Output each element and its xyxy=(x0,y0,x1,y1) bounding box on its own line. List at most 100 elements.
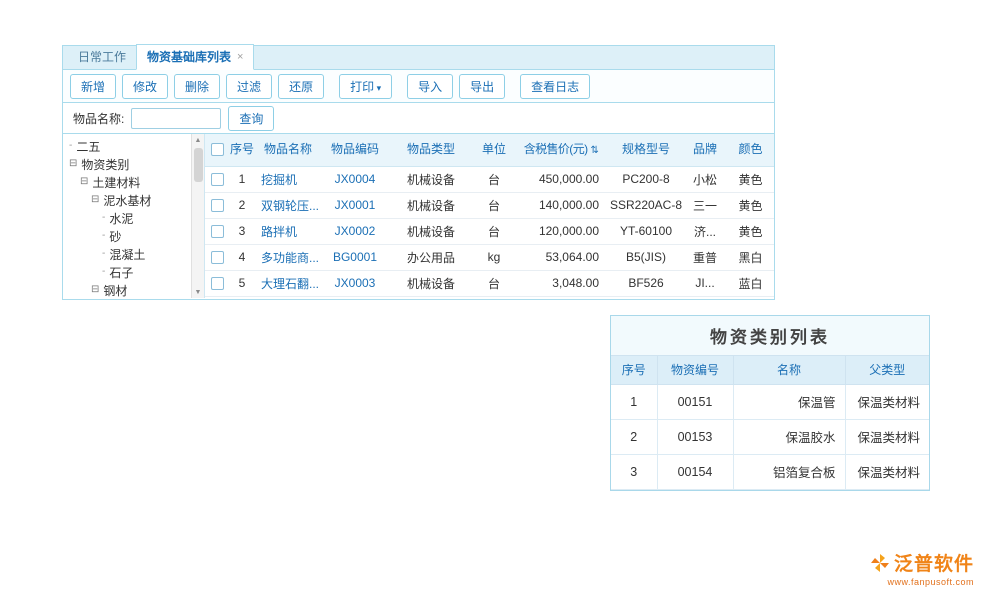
table-row[interactable]: 300154铝箔复合板保温类材料 xyxy=(611,454,929,489)
close-icon[interactable]: × xyxy=(237,51,243,63)
export-button[interactable]: 导出 xyxy=(459,74,505,99)
table-cell: 120,000.00 xyxy=(515,218,607,244)
tab-label: 物资基础库列表 xyxy=(147,48,231,65)
table-cell: 机械设备 xyxy=(389,270,473,296)
table-cell: 台 xyxy=(473,270,515,296)
scrollbar-thumb[interactable] xyxy=(194,148,203,182)
table-cell: 保温类材料 xyxy=(845,384,929,419)
collapse-icon[interactable]: ⊟ xyxy=(80,177,88,187)
table-cell[interactable]: JX0004 xyxy=(321,166,389,192)
collapse-icon[interactable]: ⊟ xyxy=(91,195,99,205)
column-header[interactable]: 物品类型 xyxy=(389,134,473,166)
row-checkbox[interactable] xyxy=(211,199,224,212)
collapse-icon[interactable]: ⊟ xyxy=(91,285,99,295)
table-cell[interactable]: 挖掘机 xyxy=(255,166,321,192)
row-checkbox[interactable] xyxy=(211,173,224,186)
table-cell: 00151 xyxy=(657,384,733,419)
table-cell: 00154 xyxy=(657,454,733,489)
item-name-input[interactable] xyxy=(131,108,221,129)
table-cell[interactable]: JX0003 xyxy=(321,270,389,296)
restore-button[interactable]: 还原 xyxy=(278,74,324,99)
column-header[interactable]: 序号 xyxy=(611,356,657,384)
brand-name: 泛普软件 xyxy=(894,549,974,576)
table-cell: 黑白 xyxy=(725,244,774,270)
table-cell: 黄色 xyxy=(725,218,774,244)
column-header[interactable]: 颜色 xyxy=(725,134,774,166)
brand-url: www.fanpusoft.com xyxy=(870,577,974,587)
tree-item[interactable]: ⊟物资类别 xyxy=(63,155,204,173)
table-cell: 2 xyxy=(229,192,255,218)
column-header[interactable]: 品牌 xyxy=(685,134,725,166)
table-cell: 铝箔复合板 xyxy=(733,454,845,489)
tree-item-label: 混凝土 xyxy=(109,246,145,263)
tree-item[interactable]: ‐砂 xyxy=(63,227,204,245)
table-cell[interactable]: 大理石翻... xyxy=(255,270,321,296)
row-checkbox[interactable] xyxy=(211,225,224,238)
import-button[interactable]: 导入 xyxy=(407,74,453,99)
column-header[interactable]: 名称 xyxy=(733,356,845,384)
table-row[interactable]: 100151保温管保温类材料 xyxy=(611,384,929,419)
table-cell: 机械设备 xyxy=(389,166,473,192)
table-cell[interactable]: 多功能商... xyxy=(255,244,321,270)
tab-label: 日常工作 xyxy=(78,48,126,65)
query-button[interactable]: 查询 xyxy=(228,106,274,131)
table-row[interactable]: 2双钢轮压...JX0001机械设备台140,000.00SSR220AC-8三… xyxy=(205,192,774,218)
edit-button[interactable]: 修改 xyxy=(122,74,168,99)
table-cell: 1 xyxy=(611,384,657,419)
table-cell: 2 xyxy=(611,419,657,454)
category-tbody: 100151保温管保温类材料200153保温胶水保温类材料300154铝箔复合板… xyxy=(611,384,929,489)
table-cell[interactable]: 路拌机 xyxy=(255,218,321,244)
table-cell: PC200-8 xyxy=(607,166,685,192)
tree-item[interactable]: ‐水泥 xyxy=(63,209,204,227)
scroll-up-icon[interactable]: ▲ xyxy=(192,134,204,146)
filter-button[interactable]: 过滤 xyxy=(226,74,272,99)
table-cell[interactable]: BG0001 xyxy=(321,244,389,270)
tree-item[interactable]: ⊟土建材料 xyxy=(63,173,204,191)
table-cell: 黄色 xyxy=(725,192,774,218)
caret-down-icon: ▾ xyxy=(374,83,381,93)
table-row[interactable]: 1挖掘机JX0004机械设备台450,000.00PC200-8小松黄色 xyxy=(205,166,774,192)
tab-daily-work[interactable]: 日常工作 xyxy=(68,45,136,69)
tree-scrollbar[interactable]: ▲ ▼ xyxy=(191,134,204,298)
column-header[interactable]: 单位 xyxy=(473,134,515,166)
column-header[interactable]: 物品名称 xyxy=(255,134,321,166)
table-row[interactable]: 5大理石翻...JX0003机械设备台3,048.00BF526JI...蓝白 xyxy=(205,270,774,296)
sort-icon[interactable]: ⇅ xyxy=(591,145,599,156)
materials-tbody: 1挖掘机JX0004机械设备台450,000.00PC200-8小松黄色2双钢轮… xyxy=(205,166,774,296)
table-cell[interactable]: 双钢轮压... xyxy=(255,192,321,218)
row-checkbox[interactable] xyxy=(211,251,224,264)
table-cell[interactable]: JX0002 xyxy=(321,218,389,244)
leaf-dash-icon: ‐ xyxy=(102,231,105,241)
table-row[interactable]: 200153保温胶水保温类材料 xyxy=(611,419,929,454)
table-row[interactable]: 4多功能商...BG0001办公用品kg53,064.00B5(JIS)重普黑白 xyxy=(205,244,774,270)
table-cell: 1 xyxy=(229,166,255,192)
tree-item[interactable]: ‐混凝土 xyxy=(63,245,204,263)
table-cell: 140,000.00 xyxy=(515,192,607,218)
column-header[interactable]: 含税售价(元)⇅ xyxy=(515,134,607,166)
tab-materials-list[interactable]: 物资基础库列表 × xyxy=(136,44,254,70)
tree-item[interactable]: ⊟泥水基材 xyxy=(63,191,204,209)
table-row[interactable]: 3路拌机JX0002机械设备台120,000.00YT-60100济...黄色 xyxy=(205,218,774,244)
row-checkbox[interactable] xyxy=(211,277,224,290)
column-header[interactable]: 序号 xyxy=(229,134,255,166)
table-cell: 台 xyxy=(473,192,515,218)
tree-item[interactable]: ⊟钢材 xyxy=(63,281,204,298)
tree-item[interactable]: ‐二五 xyxy=(63,137,204,155)
materials-window: 日常工作 物资基础库列表 × 新增修改删除过滤还原打印 ▾ 导入导出查看日志 物品… xyxy=(62,45,775,300)
select-all-checkbox[interactable] xyxy=(211,143,224,156)
column-header[interactable]: 物资编号 xyxy=(657,356,733,384)
table-cell[interactable]: JX0001 xyxy=(321,192,389,218)
column-header[interactable]: 规格型号 xyxy=(607,134,685,166)
tree-item[interactable]: ‐石子 xyxy=(63,263,204,281)
scroll-down-icon[interactable]: ▼ xyxy=(192,286,204,298)
print-button[interactable]: 打印 ▾ xyxy=(339,74,392,99)
brand-footer: 泛普软件 www.fanpusoft.com xyxy=(870,549,974,587)
table-cell: 保温胶水 xyxy=(733,419,845,454)
table-cell: 办公用品 xyxy=(389,244,473,270)
column-header[interactable]: 物品编码 xyxy=(321,134,389,166)
column-header[interactable]: 父类型 xyxy=(845,356,929,384)
delete-button[interactable]: 删除 xyxy=(174,74,220,99)
collapse-icon[interactable]: ⊟ xyxy=(69,159,77,169)
view-log-button[interactable]: 查看日志 xyxy=(520,74,590,99)
add-button[interactable]: 新增 xyxy=(70,74,116,99)
